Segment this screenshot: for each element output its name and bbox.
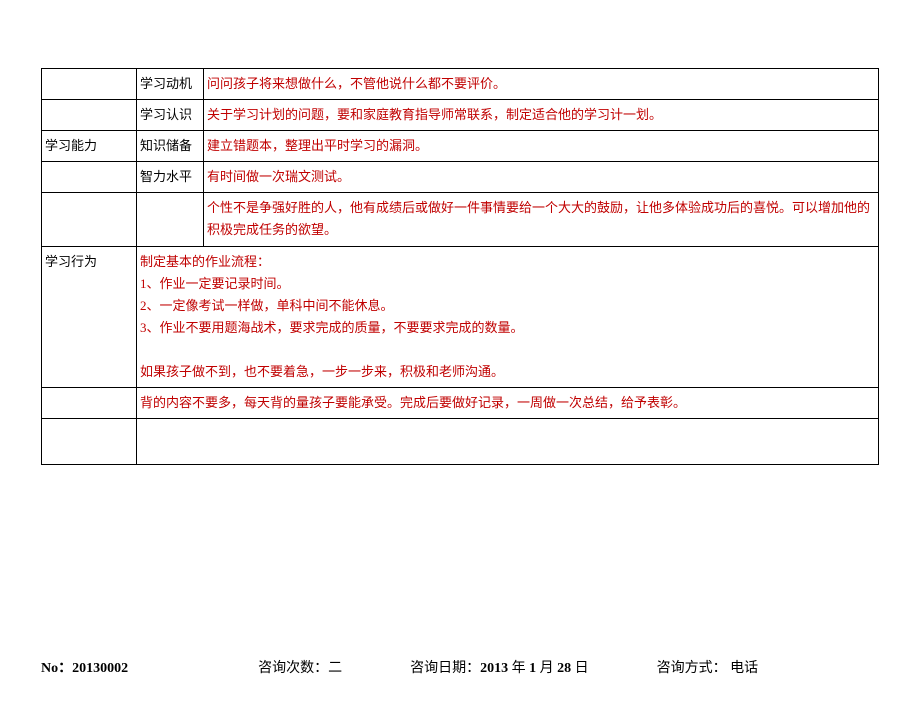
cell-content: 有时间做一次瑞文测试。	[204, 162, 879, 193]
cell-content-merged: 背的内容不要多，每天背的量孩子要能承受。完成后要做好记录，一周做一次总结，给予表…	[137, 388, 879, 419]
cell-content: 关于学习计划的问题，要和家庭教育指导师常联系，制定适合他的学习计一划。	[204, 100, 879, 131]
footer-line: No：20130002 咨询次数：二 咨询日期：2013 年 1 月 28 日 …	[41, 657, 879, 677]
method-label: 咨询方式：	[657, 661, 727, 676]
cell-subcategory	[137, 193, 204, 246]
date-year: 2013	[480, 661, 508, 676]
table-row: 学习能力 知识储备 建立错题本，整理出平时学习的漏洞。	[42, 131, 879, 162]
cell-category	[42, 100, 137, 131]
cell-category	[42, 193, 137, 246]
line	[140, 339, 875, 361]
cell-subcategory: 知识储备	[137, 131, 204, 162]
cell-category	[42, 162, 137, 193]
cell-subcategory: 学习动机	[137, 69, 204, 100]
date-year-unit: 年	[508, 661, 529, 676]
line: 3、作业不要用题海战术，要求完成的质量，不要要求完成的数量。	[140, 317, 875, 339]
cell-subcategory: 智力水平	[137, 162, 204, 193]
no-label: No：	[41, 661, 72, 676]
line: 制定基本的作业流程：	[140, 251, 875, 273]
line: 1、作业一定要记录时间。	[140, 273, 875, 295]
cell-category	[42, 388, 137, 419]
cell-subcategory: 学习认识	[137, 100, 204, 131]
date-day-unit: 日	[571, 661, 589, 676]
footer-method: 咨询方式： 电话	[657, 657, 759, 677]
date-month-unit: 月	[536, 661, 557, 676]
count-value: 二	[328, 661, 342, 676]
method-value: 电话	[727, 661, 759, 676]
study-plan-table: 学习动机 问问孩子将来想做什么，不管他说什么都不要评价。 学习认识 关于学习计划…	[41, 68, 879, 465]
table-row-empty	[42, 419, 879, 465]
date-day: 28	[557, 661, 571, 676]
table-row: 学习认识 关于学习计划的问题，要和家庭教育指导师常联系，制定适合他的学习计一划。	[42, 100, 879, 131]
table-row: 智力水平 有时间做一次瑞文测试。	[42, 162, 879, 193]
table-row: 学习动机 问问孩子将来想做什么，不管他说什么都不要评价。	[42, 69, 879, 100]
document-page: 学习动机 问问孩子将来想做什么，不管他说什么都不要评价。 学习认识 关于学习计划…	[0, 68, 920, 719]
cell-content: 问问孩子将来想做什么，不管他说什么都不要评价。	[204, 69, 879, 100]
table-row: 学习行为 制定基本的作业流程： 1、作业一定要记录时间。 2、一定像考试一样做，…	[42, 246, 879, 388]
line: 2、一定像考试一样做，单科中间不能休息。	[140, 295, 875, 317]
footer-no: No：20130002	[41, 657, 128, 677]
cell-empty	[137, 419, 879, 465]
cell-category	[42, 69, 137, 100]
cell-category: 学习能力	[42, 131, 137, 162]
count-label: 咨询次数：	[258, 661, 328, 676]
table-row: 个性不是争强好胜的人，他有成绩后或做好一件事情要给一个大大的鼓励，让他多体验成功…	[42, 193, 879, 246]
no-value: 20130002	[72, 661, 128, 676]
line: 如果孩子做不到，也不要着急，一步一步来，积极和老师沟通。	[140, 361, 875, 383]
footer-count: 咨询次数：二	[258, 657, 342, 677]
cell-category: 学习行为	[42, 246, 137, 388]
date-month: 1	[529, 661, 536, 676]
footer-date: 咨询日期：2013 年 1 月 28 日	[410, 657, 589, 677]
cell-content: 建立错题本，整理出平时学习的漏洞。	[204, 131, 879, 162]
cell-content: 个性不是争强好胜的人，他有成绩后或做好一件事情要给一个大大的鼓励，让他多体验成功…	[204, 193, 879, 246]
table-row: 背的内容不要多，每天背的量孩子要能承受。完成后要做好记录，一周做一次总结，给予表…	[42, 388, 879, 419]
date-label: 咨询日期：	[410, 661, 480, 676]
cell-content-merged: 制定基本的作业流程： 1、作业一定要记录时间。 2、一定像考试一样做，单科中间不…	[137, 246, 879, 388]
cell-empty	[42, 419, 137, 465]
